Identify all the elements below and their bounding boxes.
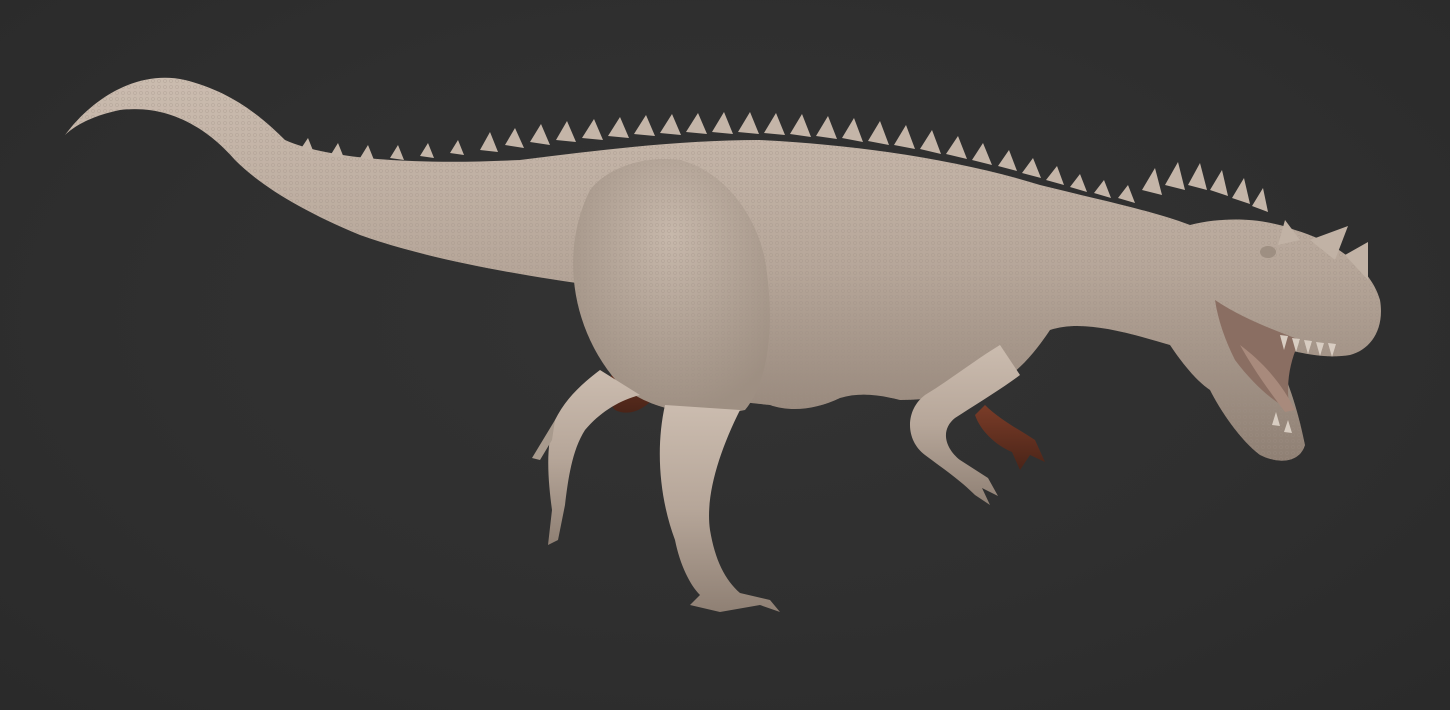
far-arm (975, 405, 1045, 470)
eye (1260, 246, 1276, 258)
dinosaur-sculpt-render (65, 77, 1381, 612)
raised-hind-foot (532, 370, 640, 545)
render-viewport (0, 0, 1450, 710)
